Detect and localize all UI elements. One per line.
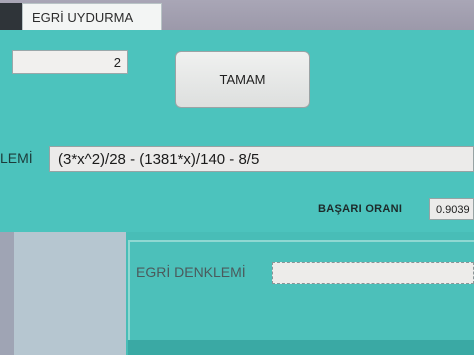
tab-label: EGRİ UYDURMA: [32, 9, 134, 25]
equation-field[interactable]: (3*x^2)/28 - (1381*x)/140 - 8/5: [49, 146, 474, 172]
curve-panel: [128, 240, 474, 355]
ok-button-label: TAMAM: [219, 72, 266, 87]
ok-button[interactable]: TAMAM: [175, 51, 310, 108]
lower-left-strip: [0, 232, 14, 355]
curve-equation-field[interactable]: [272, 262, 474, 284]
tab-egri-uydurma[interactable]: EGRİ UYDURMA: [22, 3, 162, 30]
equation-label: LEMİ: [0, 150, 33, 166]
panel-bottom-band: [128, 340, 474, 355]
lower-side-panel: [14, 232, 126, 355]
degree-input[interactable]: 2: [12, 50, 128, 74]
curve-equation-label: EGRİ DENKLEMİ: [136, 264, 246, 280]
success-rate-label: BAŞARI ORANI: [318, 203, 403, 215]
tab-bar: EGRİ UYDURMA: [0, 0, 474, 30]
success-rate-field[interactable]: 0.9039: [429, 198, 474, 220]
tab-bar-edge: [0, 3, 22, 30]
